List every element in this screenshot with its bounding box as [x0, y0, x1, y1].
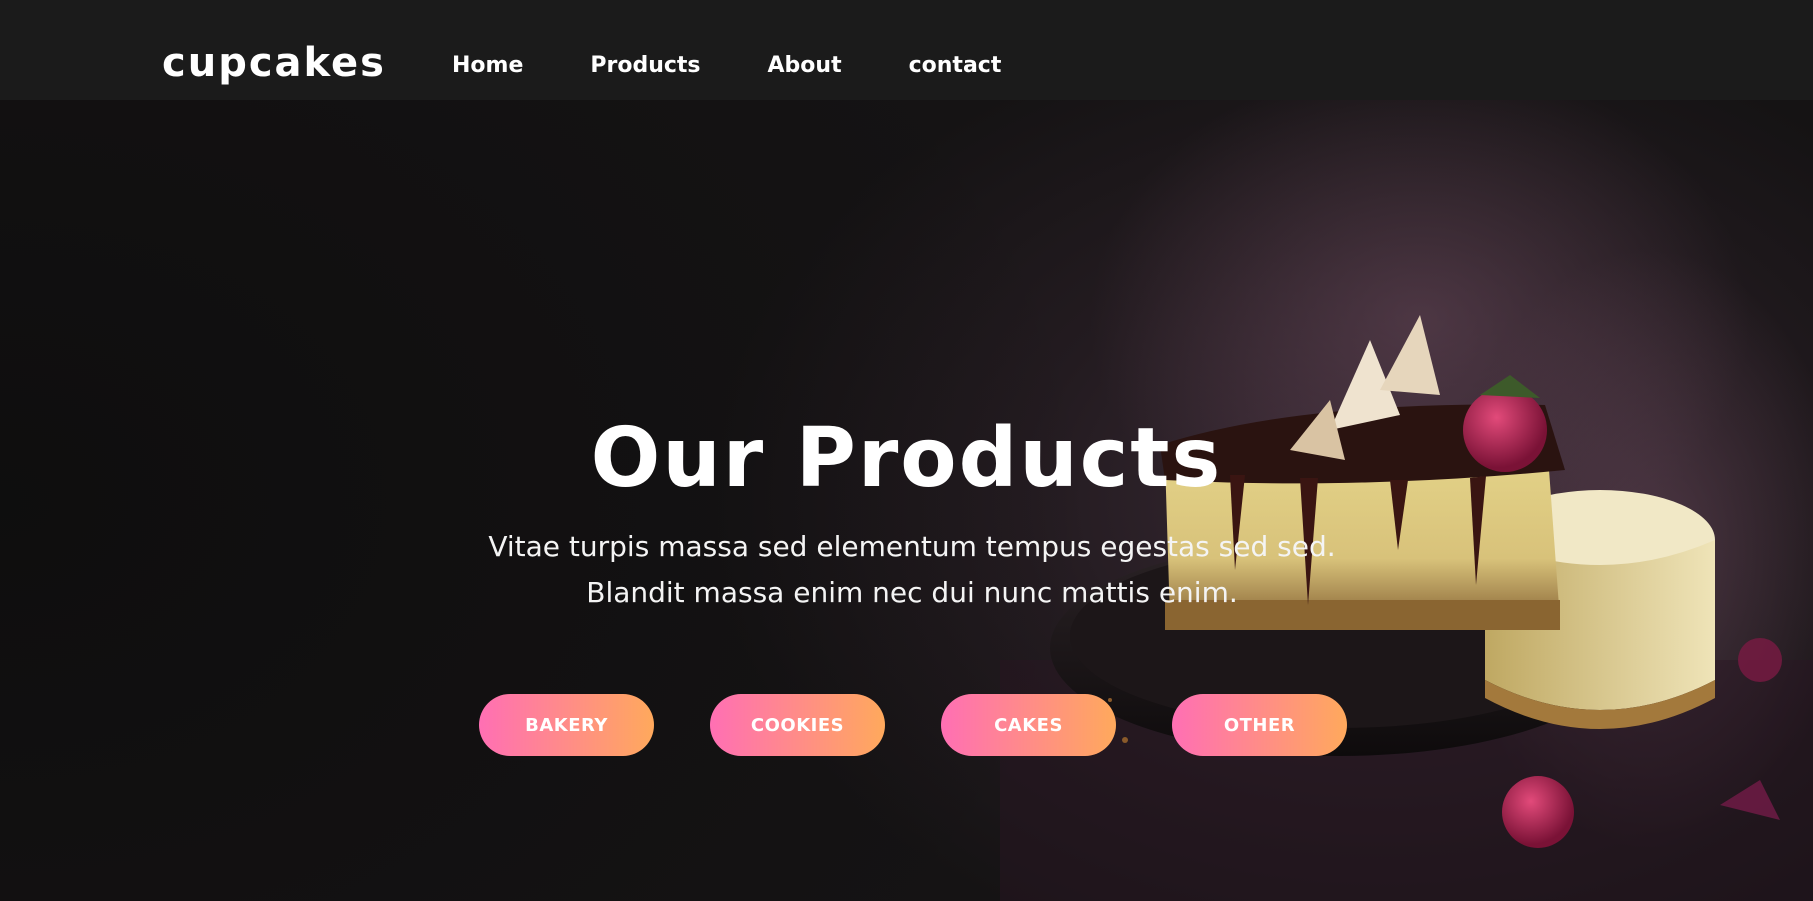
bakery-button[interactable]: BAKERY: [479, 694, 654, 756]
hero-description: Vitae turpis massa sed elementum tempus …: [488, 530, 1336, 609]
brand-logo[interactable]: cupcakes: [162, 40, 386, 86]
hero-title: Our Products: [590, 411, 1223, 506]
products-page: cupcakes Home Products About contact Our…: [0, 0, 1813, 901]
cookies-button[interactable]: COOKIES: [710, 694, 885, 756]
nav-link-contact[interactable]: contact: [909, 53, 1002, 78]
nav-link-about[interactable]: About: [768, 53, 842, 78]
nav-link-products[interactable]: Products: [590, 53, 700, 78]
cakes-button[interactable]: CAKES: [941, 694, 1116, 756]
navbar: cupcakes Home Products About contact: [0, 0, 1813, 100]
nav-link-home[interactable]: Home: [452, 53, 523, 78]
category-buttons: BAKERY COOKIES CAKES OTHER: [479, 694, 1403, 756]
nav-menu: Home Products About contact: [452, 53, 1068, 78]
other-button[interactable]: OTHER: [1172, 694, 1347, 756]
hero-section: Our Products Vitae turpis massa sed elem…: [0, 100, 1813, 901]
